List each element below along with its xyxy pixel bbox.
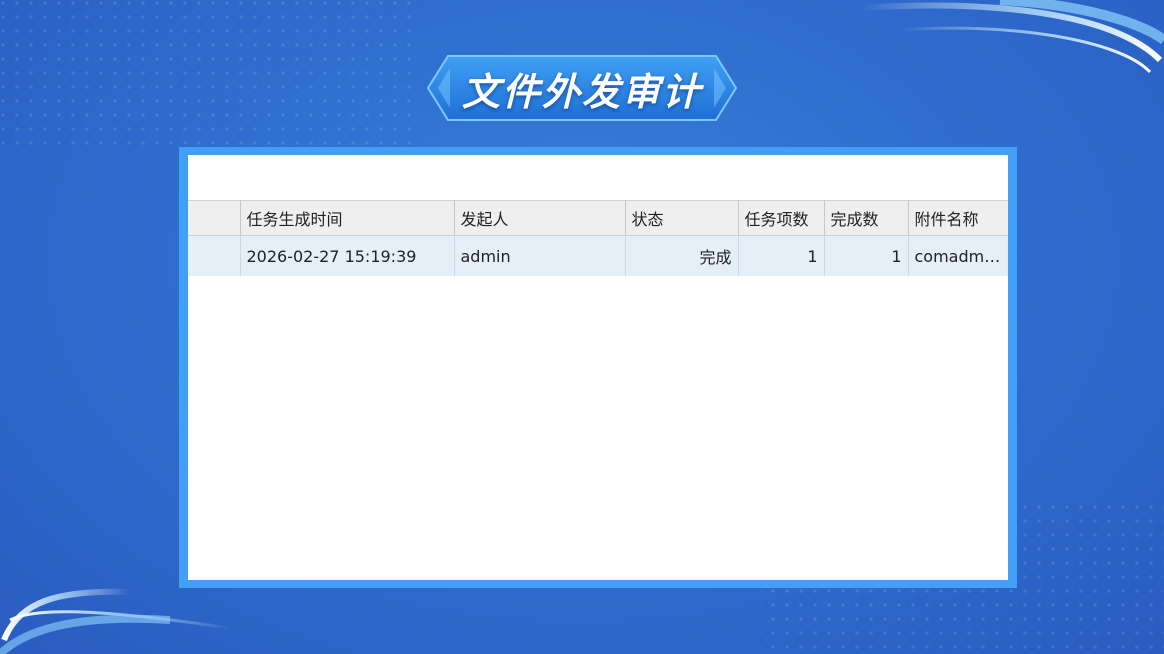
column-header-initiator[interactable]: 发起人: [454, 200, 626, 236]
table-container: 任务生成时间 发起人 状态 任务项数 完成数 附件名称 2026-02-27 1…: [188, 155, 1008, 580]
cell-initiator[interactable]: admin: [454, 235, 626, 276]
row-header-column[interactable]: [188, 200, 241, 236]
title-banner: 文件外发审计: [426, 52, 738, 124]
cell-task-count[interactable]: 1: [738, 235, 825, 276]
page-title: 文件外发审计: [461, 69, 702, 114]
table-row[interactable]: 2026-02-27 15:19:39 admin 完成 1 1 comadmi…: [188, 235, 1008, 276]
column-header-task-count[interactable]: 任务项数: [738, 200, 825, 236]
row-header-cell[interactable]: [188, 235, 241, 276]
cell-status[interactable]: 完成: [625, 235, 739, 276]
column-header-status[interactable]: 状态: [625, 200, 739, 236]
column-header-attachment-name[interactable]: 附件名称: [908, 200, 1008, 236]
cell-attachment-name[interactable]: comadmi...: [908, 235, 1008, 276]
table-header-row: 任务生成时间 发起人 状态 任务项数 完成数 附件名称: [188, 200, 1008, 236]
task-table: 任务生成时间 发起人 状态 任务项数 完成数 附件名称 2026-02-27 1…: [188, 200, 1008, 276]
column-header-done-count[interactable]: 完成数: [824, 200, 909, 236]
content-panel: 任务生成时间 发起人 状态 任务项数 完成数 附件名称 2026-02-27 1…: [179, 147, 1017, 588]
column-header-created-time[interactable]: 任务生成时间: [240, 200, 455, 236]
cell-done-count[interactable]: 1: [824, 235, 909, 276]
cell-created-time[interactable]: 2026-02-27 15:19:39: [240, 235, 455, 276]
